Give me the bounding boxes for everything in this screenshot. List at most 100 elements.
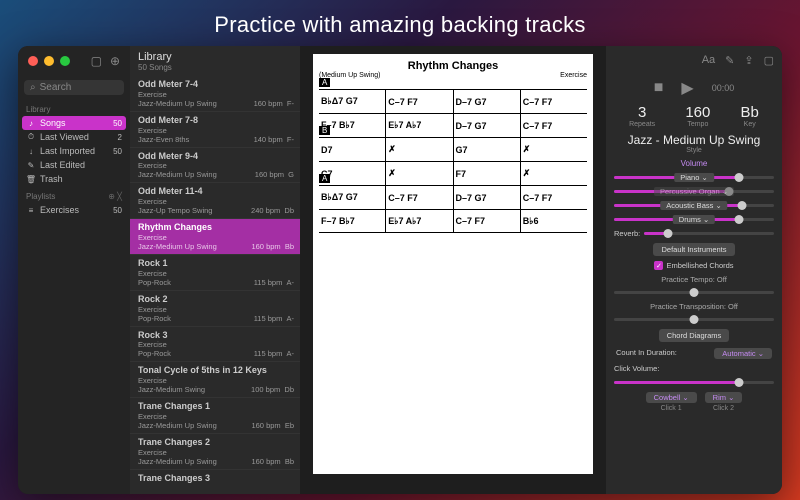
chart-cell: D–7 G7	[454, 186, 521, 209]
track-label[interactable]: Piano ⌄	[674, 173, 714, 182]
chart-row: C7✗F7✗	[319, 161, 587, 185]
reverb-slider[interactable]: Reverb:	[614, 226, 774, 240]
song-tempo-key: 160 bpm Bb	[251, 457, 294, 466]
chart-cell: C–7 F7	[521, 186, 587, 209]
song-genre: Jazz-Even 8ths	[138, 135, 189, 144]
transport-controls: ■ ▶ 00:00	[606, 74, 782, 102]
track-label[interactable]: Drums ⌄	[673, 215, 715, 224]
sidebar-toggle-icon[interactable]: ▢	[91, 54, 102, 68]
min-dot[interactable]	[44, 56, 54, 66]
song-genre: Jazz-Medium Up Swing	[138, 99, 217, 108]
chart-cell: ✗	[386, 162, 453, 185]
track-slider-acoustic-bass[interactable]: Acoustic Bass ⌄	[614, 198, 774, 212]
library-header: Library 50 Songs	[130, 46, 300, 76]
practice-tempo-slider[interactable]	[614, 285, 774, 299]
reverb-label: Reverb:	[614, 229, 640, 238]
track-slider-piano[interactable]: Piano ⌄	[614, 170, 774, 184]
song-row[interactable]: Trane Changes 3	[130, 470, 300, 494]
song-row[interactable]: Tonal Cycle of 5ths in 12 KeysExerciseJa…	[130, 362, 300, 398]
song-genre: Jazz-Medium Up Swing	[138, 457, 217, 466]
song-row[interactable]: Odd Meter 7-4ExerciseJazz-Medium Up Swin…	[130, 76, 300, 112]
sidebar-item-last-viewed[interactable]: ⏱Last Viewed2	[18, 130, 130, 144]
chart-cell: D7	[319, 138, 386, 161]
chart-row: D7✗G7✗	[319, 137, 587, 161]
sidebar-item-trash[interactable]: 🗑Trash	[18, 172, 130, 186]
song-tempo-key	[290, 484, 294, 493]
search-icon: ⌕	[30, 82, 36, 93]
song-row[interactable]: Trane Changes 1ExerciseJazz-Medium Up Sw…	[130, 398, 300, 434]
click-select-click-2[interactable]: Rim ⌄	[705, 392, 743, 403]
song-row[interactable]: Odd Meter 11-4ExerciseJazz-Up Tempo Swin…	[130, 183, 300, 219]
repeats-control[interactable]: 3Repeats	[629, 104, 655, 128]
song-genre: Jazz-Medium Swing	[138, 385, 205, 394]
panel-toggle-icon[interactable]: ▢	[764, 54, 774, 67]
track-slider-drums[interactable]: Drums ⌄	[614, 212, 774, 226]
song-tempo-key: 240 bpm Db	[251, 206, 294, 215]
max-dot[interactable]	[60, 56, 70, 66]
globe-icon[interactable]: ⊕	[110, 54, 120, 68]
song-subtitle: Exercise	[138, 340, 294, 349]
lead-sheet[interactable]: Rhythm Changes (Medium Up Swing) Exercis…	[313, 54, 593, 474]
track-label[interactable]: Percussive Organ ⌄	[654, 187, 734, 196]
song-title: Trane Changes 1	[138, 401, 294, 412]
song-title: Rhythm Changes	[138, 222, 294, 233]
play-button[interactable]: ▶	[681, 78, 693, 98]
app-window: ▢ ⊕ ⌕ Search Library ♪Songs50⏱Last Viewe…	[18, 46, 782, 494]
click-sublabel: Click 2	[705, 403, 743, 412]
close-dot[interactable]	[28, 56, 38, 66]
key-control[interactable]: BbKey	[741, 104, 759, 128]
sidebar-item-last-imported[interactable]: ↓Last Imported50	[18, 144, 130, 158]
practice-tempo-label[interactable]: Practice Tempo: Off	[606, 272, 782, 285]
song-subtitle: Exercise	[138, 90, 294, 99]
click-select-click-1[interactable]: Cowbell ⌄	[646, 392, 697, 403]
chart-cell: ✗	[521, 138, 587, 161]
tempo-control[interactable]: 160Tempo	[685, 104, 710, 128]
song-tempo-key: 160 bpm F-	[254, 99, 294, 108]
sidebar-item-songs[interactable]: ♪Songs50	[22, 116, 126, 130]
song-row[interactable]: Rhythm ChangesExerciseJazz-Medium Up Swi…	[130, 219, 300, 255]
count-in-label: Count In Duration:	[616, 348, 677, 359]
chart-cell: E♭7 A♭7	[386, 114, 453, 137]
song-list-column: Library 50 Songs Odd Meter 7-4ExerciseJa…	[130, 46, 300, 494]
song-row[interactable]: Odd Meter 9-4ExerciseJazz-Medium Up Swin…	[130, 148, 300, 184]
stop-button[interactable]: ■	[654, 79, 664, 97]
library-count: 50 Songs	[138, 63, 292, 72]
sidebar: ▢ ⊕ ⌕ Search Library ♪Songs50⏱Last Viewe…	[18, 46, 130, 494]
song-row[interactable]: Rock 2ExercisePop-Rock115 bpm A-	[130, 291, 300, 327]
sidebar-item-last-edited[interactable]: ✎Last Edited	[18, 158, 130, 172]
click-volume-slider[interactable]	[614, 375, 774, 389]
song-genre: Pop-Rock	[138, 314, 171, 323]
track-slider-percussive-organ[interactable]: Percussive Organ ⌄	[614, 184, 774, 198]
default-instruments-button[interactable]: Default Instruments	[653, 243, 734, 256]
style-control[interactable]: Jazz - Medium Up SwingStyle	[606, 130, 782, 157]
chart-cell: B♭6	[521, 210, 587, 232]
embellished-checkbox[interactable]: ✓Embellished Chords	[606, 259, 782, 272]
song-subtitle: Exercise	[138, 269, 294, 278]
practice-transposition-label[interactable]: Practice Transposition: Off	[606, 299, 782, 312]
song-title: Odd Meter 7-4	[138, 79, 294, 90]
chord-diagrams-button[interactable]: Chord Diagrams	[659, 329, 730, 342]
chart-cell: B♭Δ7 G7	[319, 90, 386, 113]
search-input[interactable]: ⌕ Search	[24, 80, 124, 95]
playlist-item-exercises[interactable]: ≡Exercises50	[18, 203, 130, 217]
song-subtitle: Exercise	[138, 412, 294, 421]
song-tempo-key: 160 bpm Bb	[251, 242, 294, 251]
song-title: Odd Meter 9-4	[138, 151, 294, 162]
chart-cell: ✗	[521, 162, 587, 185]
song-row[interactable]: Rock 3ExercisePop-Rock115 bpm A-	[130, 327, 300, 363]
playlist-label: Exercises	[40, 205, 79, 215]
chart-row: F–7 B♭7E♭7 A♭7C–7 F7B♭6	[319, 209, 587, 233]
edit-icon[interactable]: ✎	[725, 54, 734, 67]
search-placeholder: Search	[40, 82, 72, 93]
song-row[interactable]: Odd Meter 7-8ExerciseJazz-Even 8ths140 b…	[130, 112, 300, 148]
song-row[interactable]: Trane Changes 2ExerciseJazz-Medium Up Sw…	[130, 434, 300, 470]
song-row[interactable]: Rock 1ExercisePop-Rock115 bpm A-	[130, 255, 300, 291]
font-size-button[interactable]: Aa	[702, 54, 715, 66]
nav-label: Last Imported	[40, 146, 95, 156]
count-in-select[interactable]: Automatic ⌄	[714, 348, 772, 359]
track-label[interactable]: Acoustic Bass ⌄	[660, 201, 727, 210]
practice-transposition-slider[interactable]	[614, 312, 774, 326]
nav-icon: ↓	[26, 146, 36, 156]
share-icon[interactable]: ⇪	[744, 54, 753, 67]
chart-cell: C–7 F7	[521, 90, 587, 113]
